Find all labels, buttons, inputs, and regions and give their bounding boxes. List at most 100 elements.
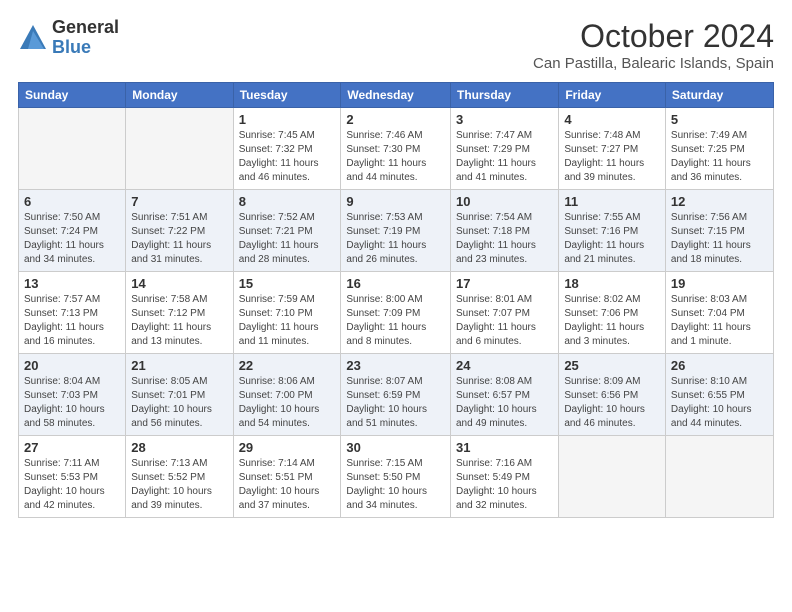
day-info: Sunrise: 8:02 AM Sunset: 7:06 PM Dayligh… [564, 293, 660, 349]
day-info: Sunrise: 8:04 AM Sunset: 7:03 PM Dayligh… [24, 375, 120, 431]
day-info: Sunrise: 8:03 AM Sunset: 7:04 PM Dayligh… [671, 293, 768, 349]
day-number: 16 [346, 276, 445, 291]
day-number: 10 [456, 194, 553, 209]
calendar-cell: 17 Sunrise: 8:01 AM Sunset: 7:07 PM Dayli… [450, 272, 558, 354]
calendar-cell: 2 Sunrise: 7:46 AM Sunset: 7:30 PM Daylig… [341, 108, 451, 190]
month-title: October 2024 [533, 18, 774, 55]
day-number: 1 [239, 112, 336, 127]
calendar-cell: 22Sunrise: 8:06 AM Sunset: 7:00 PM Dayli… [233, 354, 341, 436]
day-number: 18 [564, 276, 660, 291]
day-info: Sunrise: 7:49 AM Sunset: 7:25 PM Dayligh… [671, 129, 768, 185]
day-info: Sunrise: 8:05 AM Sunset: 7:01 PM Dayligh… [131, 375, 227, 431]
calendar-cell: 31 Sunrise: 7:16 AM Sunset: 5:49 PM Dayli… [450, 436, 558, 518]
calendar-week-row: 13 Sunrise: 7:57 AM Sunset: 7:13 PM Dayli… [19, 272, 774, 354]
calendar-week-row: 20 Sunrise: 8:04 AM Sunset: 7:03 PM Dayli… [19, 354, 774, 436]
calendar-cell: 14 Sunrise: 7:58 AM Sunset: 7:12 PM Dayli… [126, 272, 233, 354]
calendar-cell [19, 108, 126, 190]
logo-blue-label: Blue [52, 38, 119, 58]
day-info: Sunrise: 7:16 AM Sunset: 5:49 PM Dayligh… [456, 457, 553, 513]
day-number: 21 [131, 358, 227, 373]
day-info: Sunrise: 7:55 AM Sunset: 7:16 PM Dayligh… [564, 211, 660, 267]
day-info: Sunrise: 8:01 AM Sunset: 7:07 PM Dayligh… [456, 293, 553, 349]
calendar-cell: 4 Sunrise: 7:48 AM Sunset: 7:27 PM Daylig… [559, 108, 666, 190]
day-info: Sunrise: 7:11 AM Sunset: 5:53 PM Dayligh… [24, 457, 120, 513]
day-number: 4 [564, 112, 660, 127]
day-number: 14 [131, 276, 227, 291]
day-info: Sunrise: 7:48 AM Sunset: 7:27 PM Dayligh… [564, 129, 660, 185]
day-number: 2 [346, 112, 445, 127]
calendar-cell: 19 Sunrise: 8:03 AM Sunset: 7:04 PM Dayli… [665, 272, 773, 354]
day-info: Sunrise: 7:56 AM Sunset: 7:15 PM Dayligh… [671, 211, 768, 267]
calendar-cell: 29 Sunrise: 7:14 AM Sunset: 5:51 PM Dayli… [233, 436, 341, 518]
calendar-cell: 30Sunrise: 7:15 AM Sunset: 5:50 PM Dayli… [341, 436, 451, 518]
day-info: Sunrise: 8:06 AM Sunset: 7:00 PM Dayligh… [239, 375, 336, 431]
day-number: 31 [456, 440, 553, 455]
calendar-week-row: 27 Sunrise: 7:11 AM Sunset: 5:53 PM Dayli… [19, 436, 774, 518]
calendar-cell: 5 Sunrise: 7:49 AM Sunset: 7:25 PM Daylig… [665, 108, 773, 190]
calendar-week-row: 1 Sunrise: 7:45 AM Sunset: 7:32 PM Daylig… [19, 108, 774, 190]
logo-icon [18, 23, 48, 53]
day-number: 8 [239, 194, 336, 209]
calendar-cell: 11Sunrise: 7:55 AM Sunset: 7:16 PM Dayli… [559, 190, 666, 272]
calendar-cell: 3 Sunrise: 7:47 AM Sunset: 7:29 PM Daylig… [450, 108, 558, 190]
calendar-cell [665, 436, 773, 518]
day-number: 12 [671, 194, 768, 209]
day-info: Sunrise: 8:08 AM Sunset: 6:57 PM Dayligh… [456, 375, 553, 431]
day-number: 13 [24, 276, 120, 291]
calendar-cell: 25 Sunrise: 8:09 AM Sunset: 6:56 PM Dayli… [559, 354, 666, 436]
calendar-cell: 15 Sunrise: 7:59 AM Sunset: 7:10 PM Dayli… [233, 272, 341, 354]
col-thursday: Thursday [450, 83, 558, 108]
day-info: Sunrise: 8:09 AM Sunset: 6:56 PM Dayligh… [564, 375, 660, 431]
day-info: Sunrise: 8:07 AM Sunset: 6:59 PM Dayligh… [346, 375, 445, 431]
day-number: 19 [671, 276, 768, 291]
calendar-cell: 18 Sunrise: 8:02 AM Sunset: 7:06 PM Dayli… [559, 272, 666, 354]
day-number: 28 [131, 440, 227, 455]
col-friday: Friday [559, 83, 666, 108]
calendar-table: Sunday Monday Tuesday Wednesday Thursday… [18, 82, 774, 518]
calendar-cell: 13 Sunrise: 7:57 AM Sunset: 7:13 PM Dayli… [19, 272, 126, 354]
calendar-cell [126, 108, 233, 190]
col-monday: Monday [126, 83, 233, 108]
day-info: Sunrise: 7:54 AM Sunset: 7:18 PM Dayligh… [456, 211, 553, 267]
calendar-cell: 10 Sunrise: 7:54 AM Sunset: 7:18 PM Dayli… [450, 190, 558, 272]
calendar-cell: 12 Sunrise: 7:56 AM Sunset: 7:15 PM Dayli… [665, 190, 773, 272]
calendar-week-row: 6Sunrise: 7:50 AM Sunset: 7:24 PM Daylig… [19, 190, 774, 272]
logo: General Blue [18, 18, 119, 58]
day-info: Sunrise: 7:57 AM Sunset: 7:13 PM Dayligh… [24, 293, 120, 349]
day-info: Sunrise: 7:58 AM Sunset: 7:12 PM Dayligh… [131, 293, 227, 349]
day-number: 29 [239, 440, 336, 455]
calendar-cell: 28 Sunrise: 7:13 AM Sunset: 5:52 PM Dayli… [126, 436, 233, 518]
day-info: Sunrise: 7:15 AM Sunset: 5:50 PM Dayligh… [346, 457, 445, 513]
day-info: Sunrise: 7:59 AM Sunset: 7:10 PM Dayligh… [239, 293, 336, 349]
day-number: 7 [131, 194, 227, 209]
day-info: Sunrise: 7:47 AM Sunset: 7:29 PM Dayligh… [456, 129, 553, 185]
day-number: 15 [239, 276, 336, 291]
day-info: Sunrise: 8:10 AM Sunset: 6:55 PM Dayligh… [671, 375, 768, 431]
day-info: Sunrise: 8:00 AM Sunset: 7:09 PM Dayligh… [346, 293, 445, 349]
day-number: 27 [24, 440, 120, 455]
day-info: Sunrise: 7:52 AM Sunset: 7:21 PM Dayligh… [239, 211, 336, 267]
calendar-cell: 9Sunrise: 7:53 AM Sunset: 7:19 PM Daylig… [341, 190, 451, 272]
day-number: 9 [346, 194, 445, 209]
calendar-cell: 16 Sunrise: 8:00 AM Sunset: 7:09 PM Dayli… [341, 272, 451, 354]
day-number: 20 [24, 358, 120, 373]
calendar-cell: 7Sunrise: 7:51 AM Sunset: 7:22 PM Daylig… [126, 190, 233, 272]
day-number: 23 [346, 358, 445, 373]
day-number: 5 [671, 112, 768, 127]
calendar-body: 1 Sunrise: 7:45 AM Sunset: 7:32 PM Daylig… [19, 108, 774, 518]
day-number: 17 [456, 276, 553, 291]
calendar-cell: 8 Sunrise: 7:52 AM Sunset: 7:21 PM Daylig… [233, 190, 341, 272]
day-info: Sunrise: 7:13 AM Sunset: 5:52 PM Dayligh… [131, 457, 227, 513]
day-number: 3 [456, 112, 553, 127]
day-info: Sunrise: 7:45 AM Sunset: 7:32 PM Dayligh… [239, 129, 336, 185]
col-saturday: Saturday [665, 83, 773, 108]
day-info: Sunrise: 7:46 AM Sunset: 7:30 PM Dayligh… [346, 129, 445, 185]
day-number: 24 [456, 358, 553, 373]
calendar-cell: 23 Sunrise: 8:07 AM Sunset: 6:59 PM Dayli… [341, 354, 451, 436]
day-info: Sunrise: 7:14 AM Sunset: 5:51 PM Dayligh… [239, 457, 336, 513]
col-wednesday: Wednesday [341, 83, 451, 108]
day-number: 25 [564, 358, 660, 373]
location-subtitle: Can Pastilla, Balearic Islands, Spain [533, 55, 774, 72]
calendar-cell: 20 Sunrise: 8:04 AM Sunset: 7:03 PM Dayli… [19, 354, 126, 436]
logo-general-label: General [52, 18, 119, 38]
